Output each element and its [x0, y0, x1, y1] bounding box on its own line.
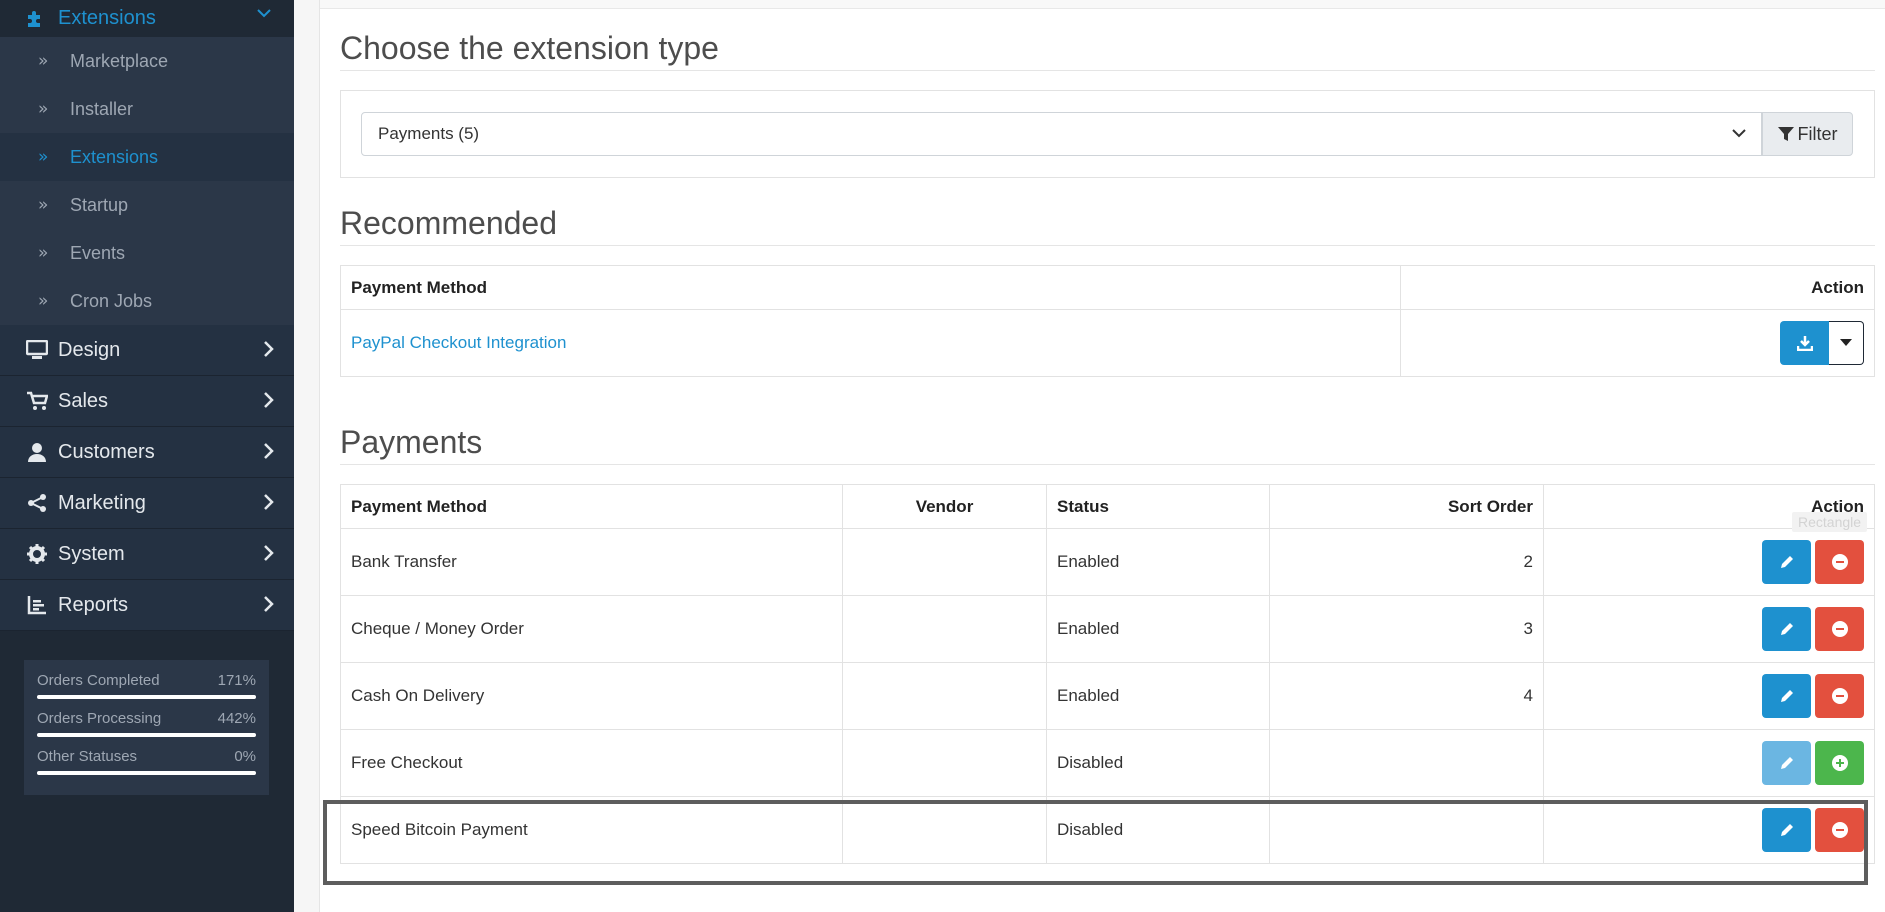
table-row: PayPal Checkout Integration	[340, 309, 1875, 377]
content-gutter	[294, 0, 320, 912]
progress-bar	[37, 733, 256, 737]
paypal-checkout-link[interactable]: PayPal Checkout Integration	[351, 333, 566, 352]
sidebar-item-extensions[interactable]: » Extensions	[0, 133, 294, 181]
column-header-action: Action	[1400, 265, 1875, 310]
sidebar-item-design[interactable]: Design	[0, 325, 294, 376]
divider	[340, 464, 1875, 465]
chevron-right-icon	[262, 595, 274, 619]
uninstall-button[interactable]	[1815, 607, 1864, 651]
sidebar-item-customers[interactable]: Customers	[0, 427, 294, 478]
progress-bar	[37, 771, 256, 775]
sidebar-item-system[interactable]: System	[0, 529, 294, 580]
edit-button[interactable]	[1762, 540, 1811, 584]
puzzle-icon	[24, 8, 46, 30]
pencil-icon	[1780, 556, 1793, 568]
filter-button[interactable]: Filter	[1762, 112, 1853, 156]
user-icon	[24, 440, 50, 464]
payments-title: Payments	[340, 424, 483, 460]
chevron-right-icon	[262, 340, 274, 364]
column-header-vendor: Vendor	[842, 484, 1047, 529]
table-header-row: Payment Method Vendor Status Sort Order …	[340, 484, 1875, 529]
plus-circle-icon	[1831, 755, 1848, 771]
install-button[interactable]	[1815, 741, 1864, 785]
extensions-submenu: » Marketplace » Installer » Extensions »…	[0, 37, 294, 325]
chevron-right-icon	[262, 442, 274, 466]
uninstall-button[interactable]	[1815, 674, 1864, 718]
caret-down-icon	[1840, 339, 1852, 346]
sidebar: Extensions » Marketplace » Installer » E…	[0, 0, 294, 912]
chevron-down-icon	[256, 4, 272, 27]
sidebar-item-cron-jobs[interactable]: » Cron Jobs	[0, 277, 294, 325]
table-row: Bank Transfer Enabled 2	[340, 528, 1875, 596]
recommended-table: Payment Method Action PayPal Checkout In…	[340, 265, 1875, 377]
pencil-icon	[1780, 690, 1793, 702]
nav-extensions[interactable]: Extensions	[0, 0, 294, 37]
sidebar-item-reports[interactable]: Reports	[0, 580, 294, 631]
filter-panel: Payments (5) Filter	[340, 90, 1875, 178]
sidebar-item-events[interactable]: » Events	[0, 229, 294, 277]
double-chevron-right-icon: »	[38, 195, 49, 215]
filter-icon	[1777, 127, 1794, 141]
double-chevron-right-icon: »	[38, 99, 49, 119]
install-button[interactable]	[1780, 321, 1829, 365]
order-stats-panel: Orders Completed 171% Orders Processing 44…	[24, 660, 269, 795]
top-divider	[320, 0, 1885, 9]
double-chevron-right-icon: »	[38, 147, 49, 167]
column-header-sort-order: Sort Order	[1269, 484, 1544, 529]
stat-orders-completed: Orders Completed 171%	[37, 672, 256, 699]
stat-orders-processing: Orders Processing 442%	[37, 710, 256, 737]
minus-circle-icon	[1831, 554, 1848, 570]
pencil-icon	[1780, 623, 1793, 635]
chevron-right-icon	[262, 544, 274, 568]
install-button-group	[1780, 321, 1864, 365]
chevron-down-icon	[1731, 125, 1747, 146]
sidebar-item-sales[interactable]: Sales	[0, 376, 294, 427]
recommended-title: Recommended	[340, 205, 557, 241]
edit-button-disabled	[1762, 741, 1811, 785]
divider	[340, 245, 1875, 246]
stat-other-statuses: Other Statuses 0%	[37, 748, 256, 775]
table-header-row: Payment Method Action	[340, 265, 1875, 310]
bar-chart-icon	[24, 593, 50, 617]
minus-circle-icon	[1831, 688, 1848, 704]
highlight-rectangle	[323, 800, 1868, 885]
cart-icon	[24, 389, 50, 413]
chevron-right-icon	[262, 391, 274, 415]
edit-button[interactable]	[1762, 674, 1811, 718]
sidebar-item-installer[interactable]: » Installer	[0, 85, 294, 133]
download-icon	[1796, 336, 1813, 351]
divider	[340, 70, 1875, 71]
gear-icon	[24, 542, 50, 566]
column-header-payment-method: Payment Method	[340, 484, 843, 529]
table-row: Free Checkout Disabled	[340, 729, 1875, 797]
sidebar-item-marketplace[interactable]: » Marketplace	[0, 37, 294, 85]
pencil-icon	[1780, 757, 1793, 769]
double-chevron-right-icon: »	[38, 291, 49, 311]
tooltip: Rectangle	[1792, 512, 1868, 532]
dropdown-toggle[interactable]	[1829, 321, 1864, 365]
monitor-icon	[24, 338, 50, 362]
double-chevron-right-icon: »	[38, 243, 49, 263]
sidebar-item-startup[interactable]: » Startup	[0, 181, 294, 229]
table-row: Cheque / Money Order Enabled 3	[340, 595, 1875, 663]
main-content: Choose the extension type Payments (5) F…	[320, 0, 1885, 912]
chevron-right-icon	[262, 493, 274, 517]
choose-type-title: Choose the extension type	[340, 30, 719, 66]
sidebar-item-marketing[interactable]: Marketing	[0, 478, 294, 529]
share-icon	[24, 491, 50, 515]
minus-circle-icon	[1831, 621, 1848, 637]
edit-button[interactable]	[1762, 607, 1811, 651]
double-chevron-right-icon: »	[38, 51, 49, 71]
extension-type-select[interactable]: Payments (5)	[361, 112, 1762, 156]
progress-bar	[37, 695, 256, 699]
column-header-status: Status	[1046, 484, 1270, 529]
nav-extensions-label: Extensions	[58, 7, 156, 29]
table-row: Cash On Delivery Enabled 4	[340, 662, 1875, 730]
column-header-payment-method: Payment Method	[340, 265, 1401, 310]
uninstall-button[interactable]	[1815, 540, 1864, 584]
